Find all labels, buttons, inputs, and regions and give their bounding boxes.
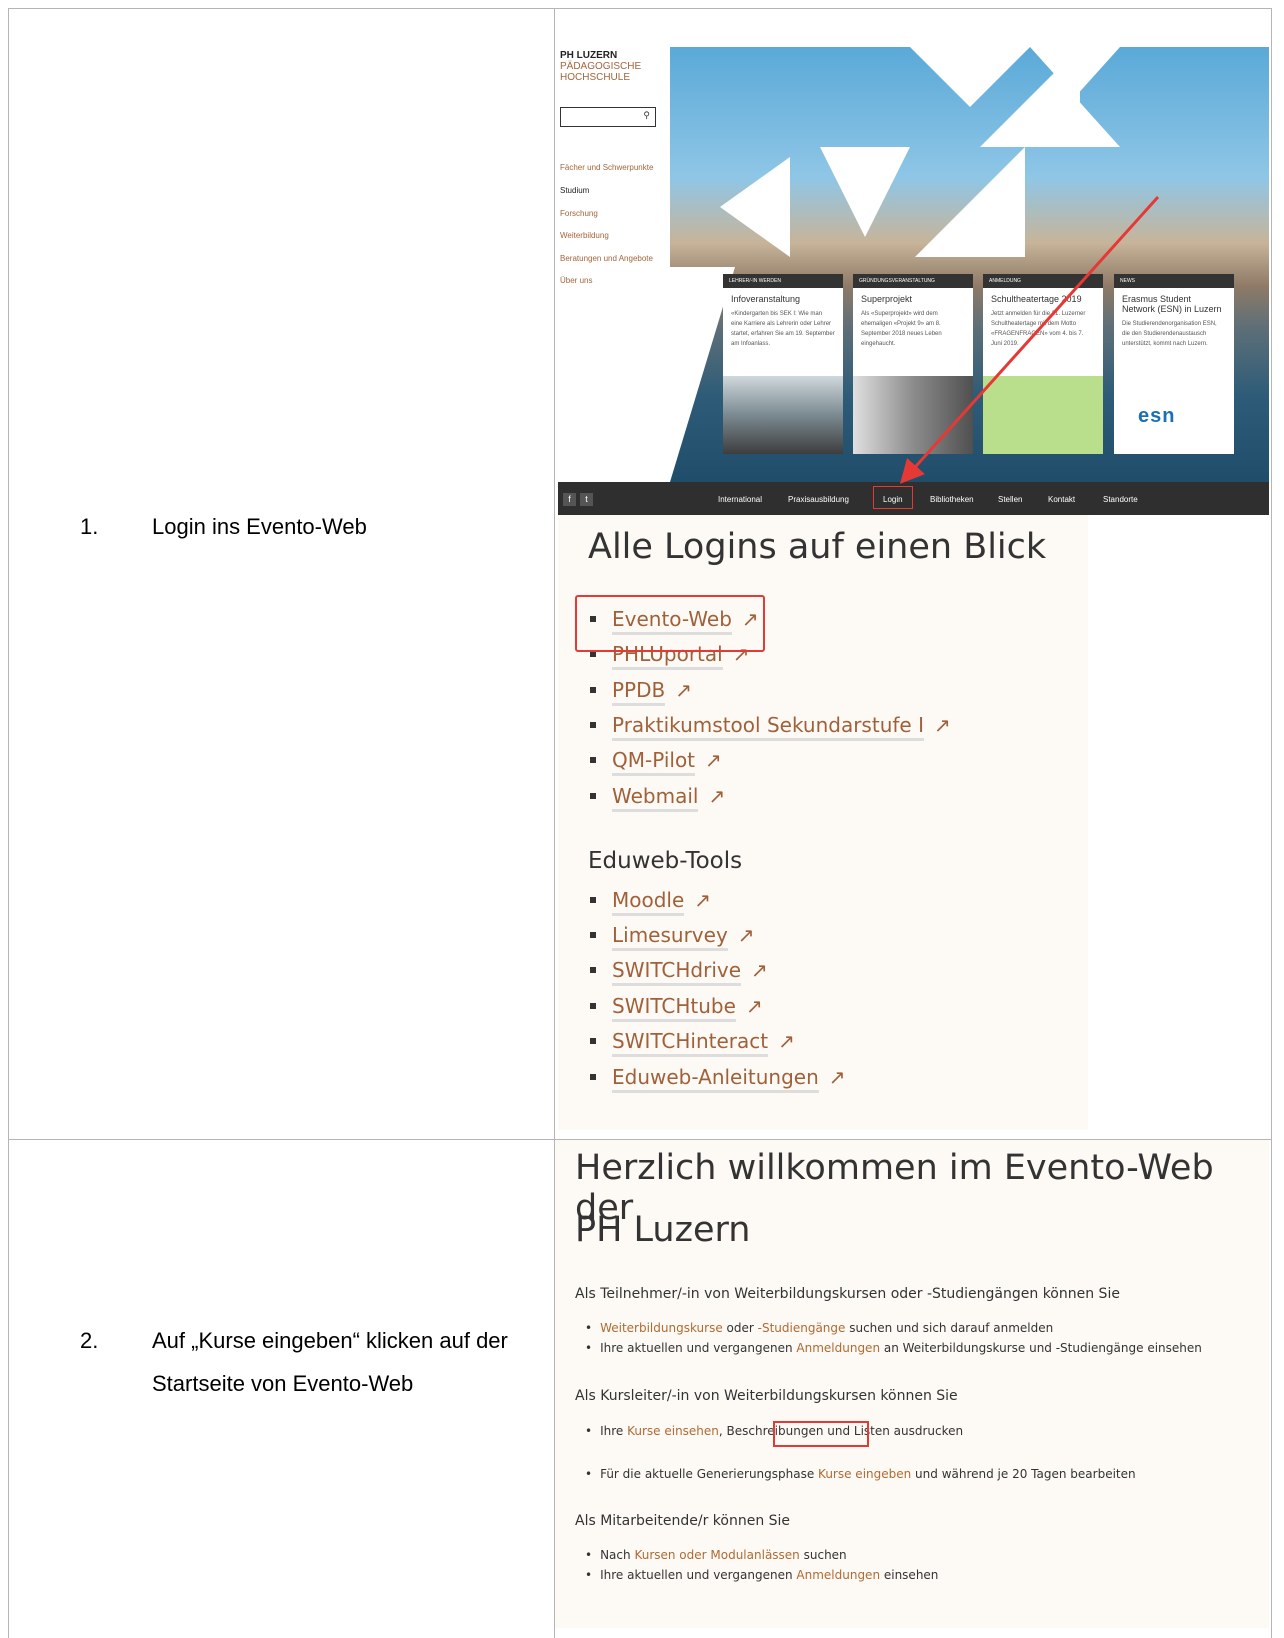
- kurse-eingeben-highlight-box: [773, 1421, 869, 1447]
- section-staff: Als Mitarbeitende/r können Sie: [575, 1513, 791, 1529]
- external-link-icon: ↗: [745, 994, 763, 1018]
- external-link-icon: ↗: [705, 748, 722, 772]
- tool-link-moodle[interactable]: Moodle ↗: [590, 888, 712, 916]
- login-link-webmail[interactable]: Webmail ↗: [590, 784, 726, 812]
- tool-link-switchdrive[interactable]: SWITCHdrive ↗: [590, 958, 768, 986]
- tool-link-switchinteract[interactable]: SWITCHinteract ↗: [590, 1029, 795, 1057]
- evento-web-screenshot: Herzlich willkommen im Evento-Web der PH…: [555, 1140, 1269, 1628]
- link-studiengaenge[interactable]: -Studiengänge: [758, 1321, 846, 1335]
- eduweb-tools-heading: Eduweb-Tools: [588, 848, 743, 874]
- external-link-icon: ↗: [737, 923, 755, 947]
- link-weiterbildungskurse[interactable]: Weiterbildungskurse: [600, 1321, 723, 1335]
- step-number: 1.: [80, 514, 99, 539]
- list-item: • Ihre aktuellen und vergangenen Anmeldun…: [585, 1341, 1202, 1355]
- evento-title-line2: PH Luzern: [575, 1210, 751, 1250]
- list-item: • Für die aktuelle Generierungsphase Kurs…: [585, 1467, 1136, 1481]
- evento-web-highlight-box: [575, 595, 765, 652]
- external-link-icon: ↗: [675, 678, 693, 702]
- step-number: 2.: [80, 1328, 99, 1353]
- tool-link-eduweb-anleitungen[interactable]: Eduweb-Anleitungen ↗: [590, 1065, 846, 1093]
- logins-title: Alle Logins auf einen Blick: [588, 527, 1047, 567]
- external-link-icon: ↗: [708, 784, 726, 808]
- link-kurse-eingeben[interactable]: Kurse eingeben: [818, 1467, 911, 1481]
- section-course-leaders: Als Kursleiter/-in von Weiterbildungskur…: [575, 1388, 958, 1404]
- step-text: Login ins Evento-Web: [152, 514, 367, 539]
- external-link-icon: ↗: [933, 713, 951, 737]
- logins-screenshot: Alle Logins auf einen Blick Evento-Web ↗ …: [558, 515, 1088, 1130]
- link-kurse-einsehen[interactable]: Kurse einsehen: [627, 1424, 719, 1438]
- tool-link-limesurvey[interactable]: Limesurvey ↗: [590, 923, 755, 951]
- external-link-icon: ↗: [751, 958, 768, 982]
- list-item: • Weiterbildungskurse oder -Studiengänge …: [585, 1321, 1054, 1335]
- list-item: • Ihre aktuellen und vergangenen Anmeldun…: [585, 1568, 939, 1582]
- step-text: Auf „Kurse eingeben“ klicken auf der Sta…: [152, 1328, 508, 1396]
- link-kursen-modulanlaessen[interactable]: Kursen oder Modulanlässen: [634, 1548, 799, 1562]
- list-item: • Nach Kursen oder Modulanlässen suchen: [585, 1548, 847, 1562]
- section-participants: Als Teilnehmer/-in von Weiterbildungskur…: [575, 1286, 1120, 1302]
- external-link-icon: ↗: [694, 888, 712, 912]
- tool-link-switchtube[interactable]: SWITCHtube ↗: [590, 994, 763, 1022]
- external-link-icon: ↗: [828, 1065, 846, 1089]
- link-anmeldungen[interactable]: Anmeldungen: [796, 1341, 880, 1355]
- phlu-homepage-screenshot: PH LUZERN PÄDAGOGISCHE HOCHSCHULE ⚲ Fäch…: [558, 47, 1269, 515]
- annotation-arrow: [899, 195, 1160, 484]
- external-link-icon: ↗: [778, 1029, 795, 1053]
- link-anmeldungen-staff[interactable]: Anmeldungen: [796, 1568, 880, 1582]
- login-link-qm-pilot[interactable]: QM-Pilot ↗: [590, 748, 722, 776]
- login-link-praktikumstool[interactable]: Praktikumstool Sekundarstufe I ↗: [590, 713, 951, 741]
- login-link-ppdb[interactable]: PPDB ↗: [590, 678, 693, 706]
